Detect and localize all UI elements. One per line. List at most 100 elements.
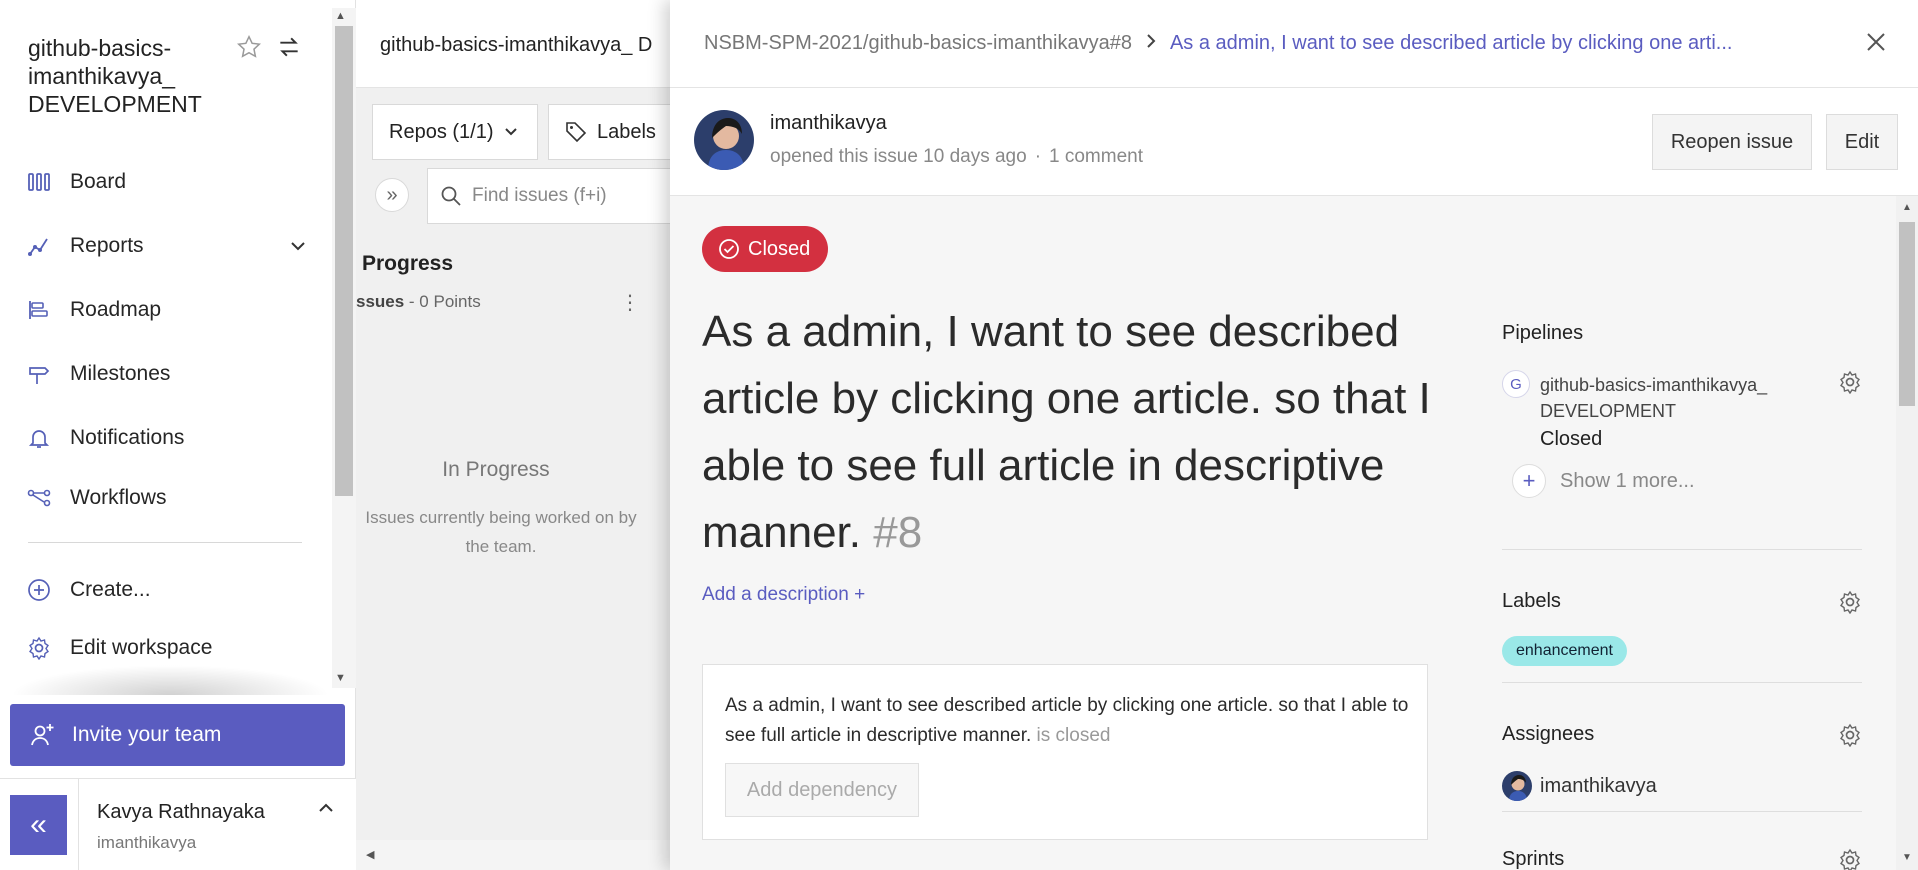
sidebar-item-reports[interactable]: Reports — [26, 226, 306, 266]
pipeline-badge: G — [1502, 370, 1530, 398]
show-more-label: Show 1 more... — [1560, 469, 1695, 492]
assignee-item[interactable]: imanthikavya — [1502, 771, 1657, 801]
bell-icon — [26, 427, 52, 449]
opened-text: opened this issue 10 days ago — [770, 146, 1027, 167]
invite-team-button[interactable]: Invite your team — [10, 704, 345, 766]
edit-workspace-button[interactable]: Edit workspace — [26, 628, 306, 668]
pipelines-heading: Pipelines — [1502, 322, 1584, 344]
sidebar-item-notifications[interactable]: Notifications — [26, 418, 306, 458]
column-summary: ssues - 0 Points — [356, 292, 481, 312]
gear-icon[interactable] — [1838, 848, 1862, 870]
status-badge: Closed — [702, 226, 829, 272]
breadcrumb: NSBM-SPM-2021/github-basics-imanthikavya… — [704, 32, 1775, 55]
workspace-title-line: github-basics- — [28, 35, 172, 61]
status-label: Closed — [748, 237, 811, 260]
board-header: github-basics-imanthikavya_ D — [356, 0, 676, 88]
search-field[interactable] — [427, 168, 687, 224]
add-dependency-button[interactable]: Add dependency — [725, 763, 919, 817]
sidebar-item-label: Workflows — [70, 486, 167, 509]
chevron-down-icon[interactable] — [290, 234, 306, 258]
switch-workspace-icon[interactable] — [276, 34, 302, 60]
star-icon[interactable] — [236, 34, 262, 60]
board-horizontal-scrollbar[interactable]: ◀ — [356, 840, 676, 870]
scroll-left-arrow[interactable]: ◀ — [366, 848, 374, 861]
issue-scrollbar[interactable]: ▲ ▼ — [1896, 196, 1918, 870]
issue-topbar: NSBM-SPM-2021/github-basics-imanthikavya… — [670, 0, 1918, 88]
issue-title[interactable]: As a admin, I want to see described arti… — [702, 298, 1472, 566]
gear-icon[interactable] — [1838, 723, 1862, 752]
section-divider — [1502, 682, 1862, 683]
empty-column-description: Issues currently being worked on by the … — [365, 508, 637, 556]
check-circle-icon — [718, 238, 740, 260]
labels-filter-label: Labels — [597, 120, 656, 143]
search-icon — [440, 185, 462, 207]
labels-heading: Labels — [1502, 590, 1561, 612]
section-divider — [1502, 549, 1862, 550]
workspace-title[interactable]: github-basics- imanthikavya_ DEVELOPMENT — [28, 34, 228, 118]
dependency-state: is closed — [1036, 725, 1111, 746]
avatar[interactable] — [694, 110, 754, 170]
gear-icon[interactable] — [1838, 590, 1862, 619]
pipeline-status[interactable]: Closed — [1540, 428, 1602, 451]
column-issue-count: ssues — [356, 292, 405, 311]
sidebar-shadow — [10, 665, 330, 695]
issue-author[interactable]: imanthikavya — [770, 112, 887, 135]
column-menu-icon[interactable]: ⋮ — [620, 290, 640, 315]
repos-filter[interactable]: Repos (1/1) — [372, 104, 538, 160]
sidebar-item-workflows[interactable]: Workflows — [26, 478, 306, 518]
tag-icon — [565, 121, 587, 143]
chevron-right-icon — [1146, 32, 1156, 55]
pipelines-section: Pipelines G github-basics-imanthikavya_ … — [1502, 322, 1862, 550]
column-points: - 0 Points — [404, 292, 481, 311]
comment-count[interactable]: 1 comment — [1049, 146, 1143, 167]
create-button[interactable]: Create... — [26, 570, 306, 610]
gear-icon[interactable] — [1838, 370, 1862, 399]
label-chip[interactable]: enhancement — [1502, 636, 1627, 666]
labels-filter[interactable]: Labels — [548, 104, 688, 160]
milestones-icon — [26, 363, 52, 385]
sidebar-item-label: Edit workspace — [70, 636, 213, 659]
collapse-sidebar-button[interactable]: « — [10, 795, 67, 855]
sidebar-item-roadmap[interactable]: Roadmap — [26, 290, 306, 330]
show-more-pipelines[interactable]: + Show 1 more... — [1512, 464, 1695, 498]
close-icon[interactable] — [1864, 30, 1888, 59]
sidebar-scroll-thumb[interactable] — [335, 26, 353, 496]
scroll-up-arrow[interactable]: ▲ — [1902, 202, 1912, 213]
dependency-card: As a admin, I want to see described arti… — [702, 664, 1428, 840]
workspace-actions — [236, 34, 302, 60]
sprints-section: Sprints — [1502, 848, 1862, 870]
assignees-section: Assignees imanthikavya — [1502, 723, 1862, 812]
expand-filters-button[interactable]: » — [375, 178, 409, 212]
issue-scroll-thumb[interactable] — [1899, 222, 1915, 406]
sidebar: github-basics- imanthikavya_ DEVELOPMENT… — [0, 0, 356, 870]
sidebar-divider — [28, 542, 302, 543]
user-name: Kavya Rathnayaka — [97, 801, 265, 823]
add-description-link[interactable]: Add a description + — [702, 584, 865, 606]
scroll-down-arrow[interactable]: ▼ — [1902, 852, 1912, 863]
reopen-issue-button[interactable]: Reopen issue — [1652, 114, 1812, 170]
scroll-up-arrow[interactable]: ▲ — [335, 10, 346, 22]
breadcrumb-repo[interactable]: NSBM-SPM-2021/github-basics-imanthikavya… — [704, 32, 1132, 55]
search-input[interactable] — [472, 185, 672, 207]
user-row-divider — [78, 779, 79, 870]
section-divider — [1502, 811, 1862, 812]
assignee-name: imanthikavya — [1540, 774, 1657, 797]
user-menu[interactable]: « Kavya Rathnayaka imanthikavya — [0, 778, 356, 870]
sidebar-item-label: Reports — [70, 234, 144, 257]
edit-button[interactable]: Edit — [1826, 114, 1898, 170]
sidebar-item-label: Roadmap — [70, 298, 162, 321]
reports-icon — [26, 235, 52, 257]
sidebar-item-label: Milestones — [70, 362, 171, 385]
add-user-icon — [30, 722, 56, 748]
plus-icon: + — [1512, 464, 1546, 498]
scroll-down-arrow[interactable]: ▼ — [335, 672, 346, 684]
sidebar-item-label: Notifications — [70, 426, 185, 449]
workflows-icon — [26, 488, 52, 508]
sidebar-item-board[interactable]: Board — [26, 162, 306, 202]
user-handle: imanthikavya — [97, 833, 197, 852]
issue-number: #8 — [873, 508, 923, 557]
separator-dot: · — [1034, 146, 1042, 167]
sidebar-item-milestones[interactable]: Milestones — [26, 354, 306, 394]
chevron-up-icon[interactable] — [318, 801, 334, 819]
plus-circle-icon — [26, 578, 52, 602]
